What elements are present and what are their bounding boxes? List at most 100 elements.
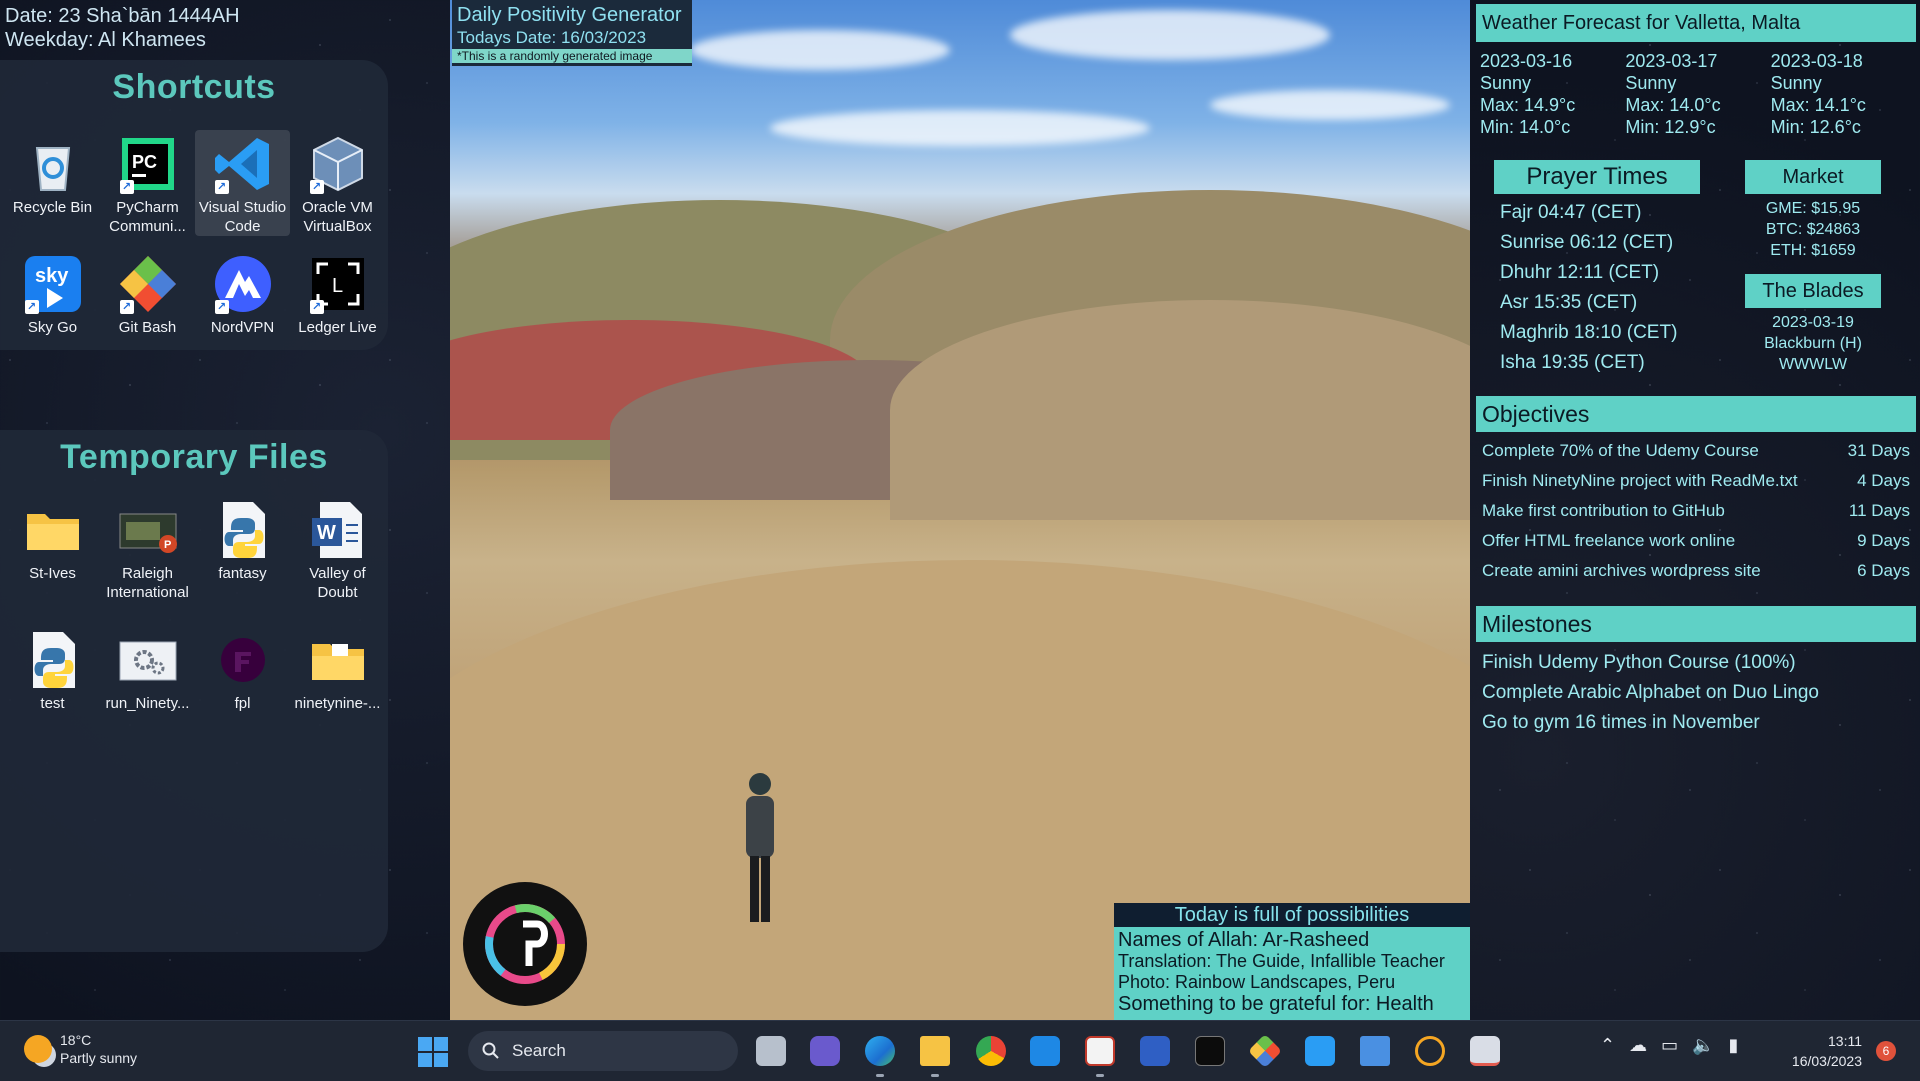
powerpoint-file-icon: P: [118, 500, 178, 560]
desktop-icon-pycharm[interactable]: PC ↗ PyCharm Communi...: [100, 130, 195, 236]
chevron-up-icon[interactable]: ⌃: [1600, 1035, 1615, 1056]
taskbar-search-box[interactable]: Search: [468, 1031, 738, 1071]
grateful-text: Something to be grateful for: Health: [1118, 993, 1434, 1015]
objective-text: Offer HTML freelance work online: [1482, 531, 1736, 550]
media-player-icon[interactable]: [1415, 1036, 1445, 1066]
edge-icon[interactable]: [865, 1036, 895, 1066]
taskbar-weather-desc: Partly sunny: [60, 1050, 138, 1066]
market-row: ETH: $1659: [1770, 242, 1856, 259]
name-translation: Translation: The Guide, Infallible Teach…: [1118, 951, 1445, 971]
notification-badge[interactable]: 6: [1876, 1041, 1896, 1061]
objective-row: Offer HTML freelance work online 9 Days: [1476, 526, 1916, 556]
desktop-icon-raleigh-international[interactable]: P Raleigh International: [100, 496, 195, 602]
milestones-widget: Milestones Finish Udemy Python Course (1…: [1476, 606, 1916, 738]
desktop-icon-ninetynine[interactable]: ninetynine-...: [290, 626, 385, 713]
hijri-date: Date: 23 Sha`bān 1444AH: [5, 5, 240, 27]
desktop-icon-recycle-bin[interactable]: Recycle Bin: [5, 130, 100, 236]
svg-text:PC: PC: [132, 152, 157, 172]
photo-caption: Photo: Rainbow Landscapes, Peru: [1118, 972, 1396, 992]
desktop-icon-label: fpl: [234, 695, 251, 712]
folder-icon: [308, 630, 368, 690]
desktop-icon-label: Valley of Doubt: [309, 565, 366, 601]
prayer-title: Prayer Times: [1494, 160, 1700, 194]
file-explorer-icon[interactable]: [920, 1036, 950, 1066]
market-row: GME: $15.95: [1765, 200, 1861, 217]
desktop-icon-label: Recycle Bin: [12, 199, 93, 216]
objective-text: Make first contribution to GitHub: [1482, 501, 1725, 520]
desktop-icon-sky-go[interactable]: sky ↗ Sky Go: [5, 250, 100, 337]
desktop-icon-label: Raleigh International: [106, 565, 189, 601]
snipping-tool-icon[interactable]: [1085, 1036, 1115, 1066]
desktop-icon-ledger-live[interactable]: L ↗ Ledger Live: [290, 250, 385, 337]
weather-condition: Sunny: [1625, 73, 1677, 93]
positivity-note: *This is a randomly generated image: [452, 49, 692, 63]
desktop-icon-label: Ledger Live: [298, 319, 377, 336]
blades-widget: The Blades 2023-03-19 Blackburn (H) WWWL…: [1745, 274, 1881, 375]
weather-day: 2023-03-16 Sunny Max: 14.9°c Min: 14.0°c: [1480, 50, 1625, 138]
word-file-icon: W: [308, 500, 368, 560]
objective-days: 31 Days: [1847, 441, 1910, 460]
weather-max: Max: 14.1°c: [1770, 95, 1866, 115]
blades-title: The Blades: [1745, 274, 1881, 308]
active-app-icon[interactable]: [1470, 1036, 1500, 1066]
possibilities-panel: Today is full of possibilities Names of …: [1114, 903, 1470, 1020]
teams-chat-icon[interactable]: [810, 1036, 840, 1066]
weather-max: Max: 14.0°c: [1625, 95, 1721, 115]
svg-text:W: W: [317, 522, 336, 544]
system-tray: ⌃ ☁ ▭ 🔈 ▮: [1600, 1035, 1738, 1056]
desktop-icon-valley-of-doubt[interactable]: W Valley of Doubt: [290, 496, 385, 602]
desktop-icon-fantasy[interactable]: fantasy: [195, 496, 290, 602]
desktop-icon-virtualbox[interactable]: ↗ Oracle VM VirtualBox: [290, 130, 385, 236]
prayer-times-widget: Prayer Times Fajr 04:47 (CET) Sunrise 06…: [1494, 160, 1700, 378]
desktop-icon-label: St-Ives: [29, 565, 76, 582]
desktop-icon-vscode[interactable]: ↗ Visual Studio Code: [195, 130, 290, 236]
prayer-time: Maghrib 18:10 (CET): [1500, 322, 1678, 343]
hijri-date-widget: Date: 23 Sha`bān 1444AH Weekday: Al Kham…: [5, 4, 240, 52]
desktop-icon-label: PyCharm Communi...: [109, 199, 186, 235]
task-view-icon[interactable]: [756, 1036, 786, 1066]
volume-icon[interactable]: 🔈: [1692, 1035, 1714, 1056]
objective-text: Finish NinetyNine project with ReadMe.tx…: [1482, 471, 1798, 490]
desktop-icon-st-ives[interactable]: St-Ives: [5, 496, 100, 602]
taskbar-clock[interactable]: 13:11 16/03/2023: [1782, 1031, 1862, 1071]
git-icon[interactable]: [1248, 1034, 1282, 1068]
objective-days: 6 Days: [1857, 561, 1910, 580]
objective-days: 4 Days: [1857, 471, 1910, 490]
battery-icon[interactable]: ▮: [1729, 1035, 1739, 1056]
mail-icon[interactable]: [1030, 1036, 1060, 1066]
weather-min: Min: 12.9°c: [1625, 117, 1716, 137]
clock-time: 13:11: [1828, 1033, 1862, 1049]
desktop-icon-label: ninetynine-...: [294, 695, 381, 712]
blades-row: Blackburn (H): [1764, 335, 1862, 352]
chrome-icon[interactable]: [976, 1036, 1006, 1066]
taskbar-weather-widget[interactable]: 18°C Partly sunny: [24, 1031, 137, 1067]
start-button[interactable]: [418, 1037, 448, 1067]
clock-date: 16/03/2023: [1791, 1053, 1862, 1069]
notepad-icon[interactable]: [1360, 1036, 1390, 1066]
desktop-icon-git-bash[interactable]: ↗ Git Bash: [100, 250, 195, 337]
positivity-generator-banner: Daily Positivity Generator Todays Date: …: [452, 0, 692, 66]
onedrive-icon[interactable]: ☁: [1629, 1035, 1647, 1056]
desktop-icon-fpl[interactable]: fpl: [195, 626, 290, 713]
blades-row: 2023-03-19: [1772, 314, 1854, 331]
search-label: Search: [512, 1041, 566, 1060]
weather-max: Max: 14.9°c: [1480, 95, 1576, 115]
fpl-icon: [213, 630, 273, 690]
objective-row: Make first contribution to GitHub 11 Days: [1476, 496, 1916, 526]
terminal-icon[interactable]: [1195, 1036, 1225, 1066]
network-icon[interactable]: ▭: [1661, 1035, 1678, 1056]
desktop-icon-test[interactable]: test: [5, 626, 100, 713]
vscode-taskbar-icon[interactable]: [1305, 1036, 1335, 1066]
desktop-icon-label: run_Ninety...: [105, 695, 190, 712]
weather-date: 2023-03-16: [1480, 51, 1573, 71]
partly-sunny-icon: [24, 1035, 52, 1063]
desktop-icon-run-ninety[interactable]: run_Ninety...: [100, 626, 195, 713]
objective-row: Create amini archives wordpress site 6 Da…: [1476, 556, 1916, 586]
powershell-icon[interactable]: [1140, 1036, 1170, 1066]
weather-min: Min: 12.6°c: [1770, 117, 1861, 137]
weekday: Weekday: Al Khamees: [5, 29, 206, 51]
objective-row: Finish NinetyNine project with ReadMe.tx…: [1476, 466, 1916, 496]
objectives-title: Objectives: [1476, 396, 1916, 432]
desktop-icon-nordvpn[interactable]: ↗ NordVPN: [195, 250, 290, 337]
prayer-time: Dhuhr 12:11 (CET): [1500, 262, 1660, 283]
